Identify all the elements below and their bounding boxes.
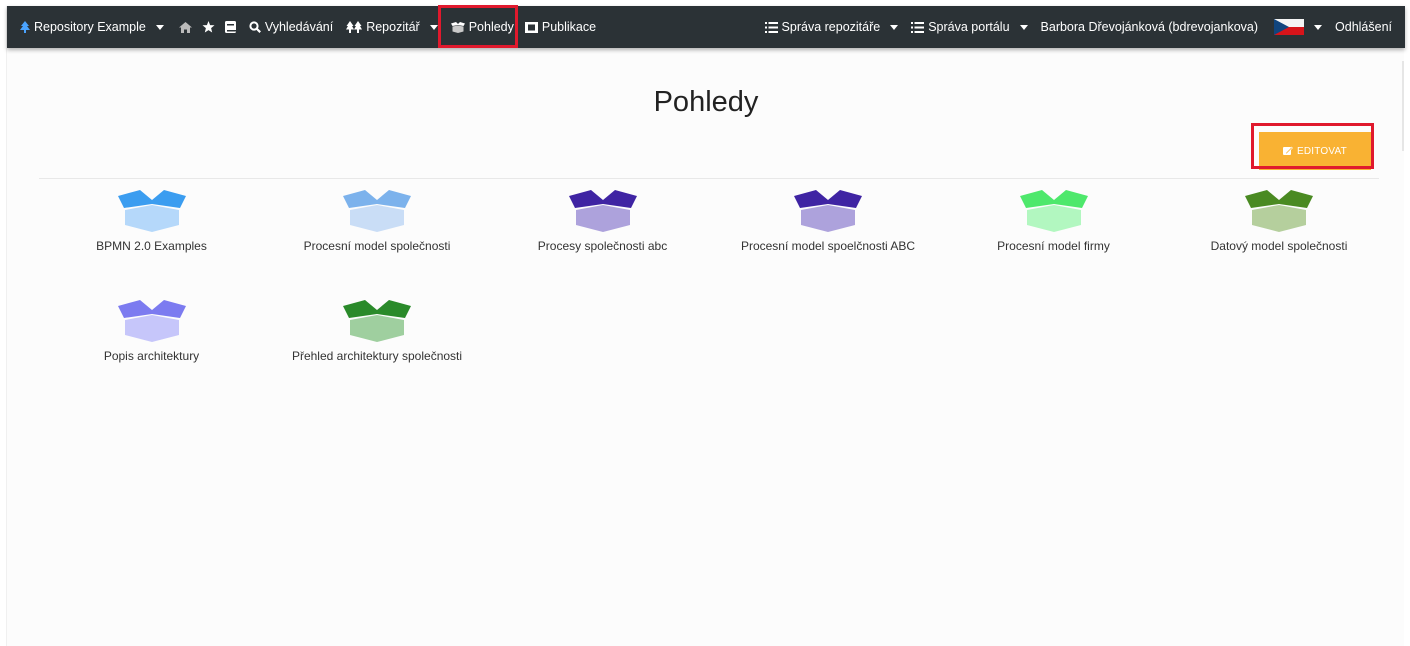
user-name: Barbora Dřevojánková (bdrevojankova) bbox=[1040, 20, 1259, 34]
view-tile[interactable]: Přehled architektury společnosti bbox=[267, 300, 487, 363]
view-tile-label: BPMN 2.0 Examples bbox=[96, 239, 207, 253]
top-navbar: Repository Example Vyhledávání Repozitář bbox=[7, 6, 1405, 48]
edit-button[interactable]: EDITOVAT bbox=[1259, 132, 1371, 170]
favorites-button[interactable] bbox=[197, 6, 220, 48]
app-frame: Repository Example Vyhledávání Repozitář bbox=[6, 5, 1405, 646]
repository-label: Repozitář bbox=[366, 20, 420, 34]
repository-menu[interactable]: Repozitář bbox=[338, 6, 443, 48]
view-tile-label: Popis architektury bbox=[103, 349, 200, 363]
search-link[interactable]: Vyhledávání bbox=[241, 6, 338, 48]
view-box-icon bbox=[568, 190, 637, 232]
repo-admin-menu[interactable]: Správa repozitáře bbox=[760, 6, 904, 48]
portal-admin-menu[interactable]: Správa portálu bbox=[903, 6, 1032, 48]
view-box-icon bbox=[1245, 190, 1313, 232]
publications-link[interactable]: Publikace bbox=[519, 6, 601, 48]
edit-label: EDITOVAT bbox=[1297, 145, 1347, 157]
view-tile[interactable]: Datový model společnosti bbox=[1169, 190, 1389, 253]
user-profile-link[interactable]: Barbora Dřevojánková (bdrevojankova) bbox=[1033, 6, 1263, 48]
publications-label: Publikace bbox=[541, 20, 597, 34]
view-tile[interactable]: Procesní model spoelčnosti ABC bbox=[718, 190, 938, 253]
chevron-down-icon bbox=[429, 24, 438, 30]
tree-icon bbox=[20, 21, 30, 33]
language-switcher[interactable] bbox=[1263, 6, 1327, 48]
logout-link[interactable]: Odhlášení bbox=[1327, 6, 1397, 48]
czech-flag-icon bbox=[1274, 19, 1305, 35]
repository-switcher[interactable]: Repository Example bbox=[15, 6, 169, 48]
edit-icon bbox=[1283, 146, 1293, 155]
logout-label: Odhlášení bbox=[1335, 20, 1392, 34]
view-tile[interactable]: Popis architektury bbox=[42, 300, 262, 363]
repository-name: Repository Example bbox=[34, 20, 146, 34]
content-divider bbox=[39, 178, 1379, 179]
page-title: Pohledy bbox=[653, 86, 759, 118]
star-icon bbox=[202, 21, 215, 33]
home-icon bbox=[178, 21, 192, 33]
chevron-down-icon bbox=[1019, 24, 1028, 30]
view-tile[interactable]: Procesy společnosti abc bbox=[493, 190, 713, 253]
portal-admin-label: Správa portálu bbox=[928, 20, 1010, 34]
search-label: Vyhledávání bbox=[264, 20, 334, 34]
view-box-icon bbox=[117, 300, 186, 342]
view-box-icon bbox=[794, 190, 862, 232]
chevron-down-icon bbox=[155, 24, 164, 30]
view-box-icon bbox=[343, 300, 411, 342]
view-box-icon bbox=[117, 190, 186, 232]
chevron-down-icon bbox=[890, 24, 899, 30]
views-link[interactable]: Pohledy bbox=[443, 6, 519, 48]
book-icon bbox=[224, 21, 236, 33]
box-icon bbox=[450, 21, 465, 33]
trees-icon bbox=[346, 21, 363, 33]
view-box-icon bbox=[1019, 190, 1088, 232]
chevron-down-icon bbox=[1314, 24, 1323, 30]
view-tile-label: Přehled architektury společnosti bbox=[291, 349, 463, 363]
views-label: Pohledy bbox=[468, 20, 514, 34]
repo-admin-label: Správa repozitáře bbox=[781, 20, 881, 34]
view-box-icon bbox=[343, 190, 411, 232]
view-tile-label: Procesy společnosti abc bbox=[537, 239, 668, 253]
list-icon bbox=[764, 21, 778, 33]
view-tile[interactable]: BPMN 2.0 Examples bbox=[42, 190, 262, 253]
view-tile[interactable]: Procesní model společnosti bbox=[267, 190, 487, 253]
view-tile-label: Procesní model spoelčnosti ABC bbox=[740, 239, 916, 253]
view-tile[interactable]: Procesní model firmy bbox=[944, 190, 1164, 253]
list-icon bbox=[911, 21, 925, 33]
view-tile-label: Procesní model firmy bbox=[997, 239, 1110, 253]
book-button[interactable] bbox=[220, 6, 241, 48]
view-tile-label: Datový model společnosti bbox=[1210, 239, 1348, 253]
view-tile-label: Procesní model společnosti bbox=[303, 239, 451, 253]
search-icon bbox=[249, 21, 261, 33]
publication-icon bbox=[524, 21, 538, 33]
home-button[interactable] bbox=[169, 6, 197, 48]
